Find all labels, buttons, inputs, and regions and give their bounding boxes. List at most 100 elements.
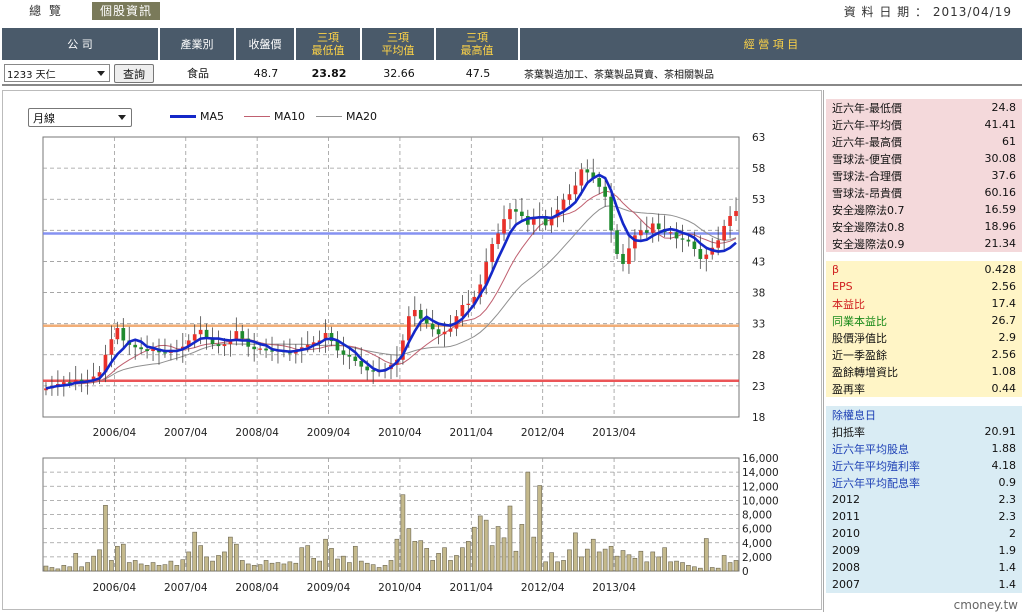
candle <box>680 238 685 240</box>
volume-bar <box>263 560 269 572</box>
volume-bar <box>430 560 435 572</box>
volume-bar <box>537 485 543 572</box>
metric-row-value: 37.6 <box>991 169 1017 182</box>
volume-bar <box>109 560 114 572</box>
dividend-row: 近六年平均股息 1.88 <box>826 440 1022 457</box>
dividend-row-value: 4.18 <box>991 459 1017 472</box>
ratio-row-label: 股價淨值比 <box>832 331 887 345</box>
volume-bar <box>305 545 311 572</box>
volume-bar <box>513 550 519 572</box>
candle <box>109 339 114 355</box>
dividend-row-label: 2010 <box>832 527 860 540</box>
volume-y-tick: 16,000 <box>742 453 779 465</box>
dividend-row-value: 2 <box>1009 527 1016 540</box>
volume-bar <box>519 524 525 572</box>
candle <box>341 350 346 355</box>
candle <box>436 329 441 335</box>
ratio-row: 近一季盈餘 2.56 <box>826 346 1022 363</box>
dividend-row-value: 0.9 <box>998 476 1017 489</box>
volume-bar <box>186 551 192 572</box>
dividend-row-value: 20.91 <box>984 425 1017 438</box>
volume-bar <box>174 565 180 572</box>
volume-bar <box>573 532 578 572</box>
volume-y-tick: 6,000 <box>742 524 772 536</box>
volume-bar <box>394 538 400 572</box>
ratio-row-value: 2.56 <box>991 280 1017 293</box>
volume-bar <box>138 563 144 572</box>
candle <box>371 370 375 372</box>
volume-bar <box>228 536 233 572</box>
ratio-row-label: 近一季盈餘 <box>832 348 887 362</box>
volume-bar <box>525 471 531 572</box>
price-x-tick: 2009/04 <box>307 427 351 439</box>
side-divider <box>823 90 824 612</box>
candle <box>264 348 268 351</box>
volume-bar <box>103 505 108 572</box>
volume-bar <box>400 494 406 572</box>
volume-bar <box>382 565 388 572</box>
metric-row-value: 16.59 <box>984 203 1017 216</box>
volume-bar <box>352 545 358 572</box>
candle <box>412 309 417 317</box>
volume-bar <box>234 543 239 572</box>
price-x-tick: 2007/04 <box>164 427 208 439</box>
candle <box>621 253 625 264</box>
volume-bar <box>668 561 673 572</box>
ratio-row-value: 2.56 <box>991 348 1017 361</box>
volume-bar <box>67 566 73 572</box>
volume-bar <box>561 560 566 572</box>
volume-bar <box>590 538 596 572</box>
volume-bar <box>115 545 120 572</box>
candle <box>531 218 536 225</box>
candle <box>650 223 655 233</box>
volume-bar <box>442 547 447 572</box>
candle <box>514 209 518 212</box>
candle <box>418 309 423 319</box>
dividend-row-label: 扣抵率 <box>832 425 865 439</box>
dividend-row-value: 2.3 <box>998 510 1017 523</box>
candle <box>561 199 566 210</box>
ratio-row: β 0.428 <box>826 261 1022 278</box>
candle <box>222 344 227 347</box>
volume-bar <box>620 550 626 572</box>
price-x-tick: 2013/04 <box>592 427 636 439</box>
ratio-row-label: 同業本益比 <box>832 314 887 328</box>
volume-bar <box>132 560 138 572</box>
volume-bar <box>698 567 703 572</box>
volume-bar <box>370 564 376 572</box>
volume-bar <box>466 541 471 572</box>
volume-bar <box>483 519 489 572</box>
volume-bar <box>584 548 590 572</box>
volume-bar <box>275 562 281 572</box>
volume-bar <box>531 536 537 572</box>
price-chart: 63 58 53 48 43 38 33 28 23 18 0 2,000 4,000 6,000 8,00… <box>42 132 779 594</box>
metric-row-label: 安全邊際法0.7 <box>832 203 905 217</box>
volume-bar <box>471 526 477 572</box>
volume-bar <box>358 560 364 572</box>
volume-bar <box>168 560 174 572</box>
ratio-row-label: 盈再率 <box>832 382 865 396</box>
volume-bar <box>721 555 727 572</box>
ratio-row: 本益比 17.4 <box>826 295 1022 312</box>
metric-row: 雪球法-便宜價 30.08 <box>826 150 1022 167</box>
dividend-row-value: 2.3 <box>998 493 1017 506</box>
volume-bar <box>656 556 662 572</box>
candle <box>347 354 352 357</box>
candle <box>460 305 465 317</box>
dividend-row: 2012 2.3 <box>826 491 1022 508</box>
price-y-tick: 28 <box>752 350 765 362</box>
volume-bar <box>85 562 90 572</box>
dividend-row: 2009 1.9 <box>826 542 1022 559</box>
price-x-tick: 2012/04 <box>521 427 565 439</box>
candle <box>204 329 209 338</box>
volume-bar <box>55 568 61 572</box>
volume-bar <box>364 562 370 572</box>
volume-bar <box>709 567 715 572</box>
dividend-row: 扣抵率 20.91 <box>826 423 1022 440</box>
price-x-tick: 2008/04 <box>235 427 279 439</box>
candle <box>656 223 661 230</box>
candle <box>365 366 370 371</box>
volume-bar <box>436 553 441 572</box>
dividend-row-value: 1.4 <box>998 578 1017 591</box>
candle <box>722 225 726 241</box>
